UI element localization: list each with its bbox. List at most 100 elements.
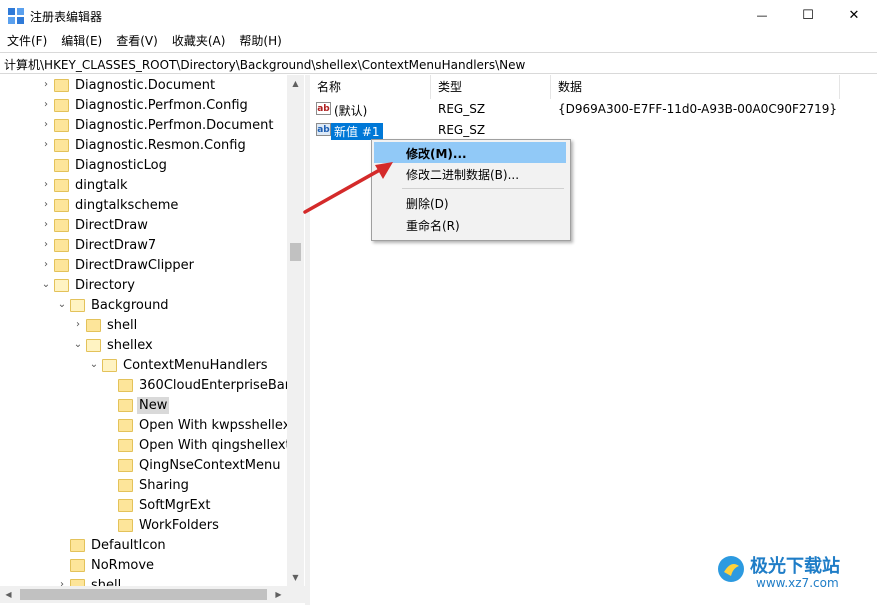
- collapse-arrow-icon[interactable]: ⌄: [56, 299, 68, 311]
- tree-item[interactable]: › Diagnostic.Document: [40, 75, 217, 95]
- expand-arrow-icon: [56, 539, 68, 551]
- address-bar[interactable]: 计算机\HKEY_CLASSES_ROOT\Directory\Backgrou…: [0, 52, 877, 74]
- tree-item[interactable]: › DirectDrawClipper: [40, 255, 196, 275]
- tree-item-label: Diagnostic.Document: [75, 77, 216, 93]
- minimize-button[interactable]: —: [739, 0, 785, 31]
- tree-item[interactable]: NoRmove: [56, 555, 156, 575]
- tree-item[interactable]: 360CloudEnterpriseBar: [104, 375, 292, 395]
- expand-arrow-icon[interactable]: ›: [40, 139, 52, 151]
- close-button[interactable]: ✕: [831, 0, 877, 31]
- scroll-up-icon[interactable]: ▲: [287, 75, 304, 92]
- annotation-arrow-icon: [303, 162, 393, 214]
- scroll-thumb[interactable]: [20, 589, 267, 600]
- tree-item[interactable]: Sharing: [104, 475, 191, 495]
- tree-item[interactable]: SoftMgrExt: [104, 495, 212, 515]
- tree-item-label: Open With kwpsshellext: [139, 417, 296, 433]
- scroll-right-icon[interactable]: ▶: [270, 586, 287, 603]
- column-header-name[interactable]: 名称: [310, 75, 431, 99]
- column-header-type[interactable]: 类型: [431, 75, 551, 99]
- menu-help[interactable]: 帮助(H): [232, 31, 288, 52]
- registry-editor-icon: [8, 8, 24, 24]
- watermark-title: 极光下载站: [750, 556, 840, 577]
- menu-favorites[interactable]: 收藏夹(A): [165, 31, 233, 52]
- expand-arrow-icon[interactable]: ›: [40, 239, 52, 251]
- collapse-arrow-icon[interactable]: ⌄: [40, 279, 52, 291]
- tree-item[interactable]: › DirectDraw: [40, 215, 150, 235]
- tree-item-label: Diagnostic.Resmon.Config: [75, 137, 246, 153]
- value-row[interactable]: ab (默认) REG_SZ {D969A300-E7FF-11d0-A93B-…: [310, 99, 877, 120]
- expand-arrow-icon: [104, 459, 116, 471]
- collapse-arrow-icon[interactable]: ⌄: [88, 359, 100, 371]
- value-row-selected[interactable]: ab 新值 #1 REG_SZ: [310, 120, 877, 141]
- tree-item[interactable]: › DirectDraw7: [40, 235, 158, 255]
- scroll-left-icon[interactable]: ◀: [0, 586, 17, 603]
- tree-item-label: shell: [107, 317, 138, 333]
- tree-item-label: QingNseContextMenu: [139, 457, 281, 473]
- expand-arrow-icon[interactable]: ›: [40, 199, 52, 211]
- column-header-data[interactable]: 数据: [551, 75, 840, 99]
- expand-arrow-icon[interactable]: ›: [72, 319, 84, 331]
- folder-icon: [54, 98, 69, 112]
- tree-item[interactable]: ⌄ Background: [56, 295, 171, 315]
- tree-item-label: Diagnostic.Perfmon.Document: [75, 117, 274, 133]
- tree-item-label: WorkFolders: [139, 517, 219, 533]
- tree-item-label: Directory: [75, 277, 135, 293]
- folder-icon: [54, 118, 69, 132]
- folder-icon: [54, 178, 69, 192]
- tree-item[interactable]: › Diagnostic.Resmon.Config: [40, 135, 248, 155]
- tree-item[interactable]: › dingtalkscheme: [40, 195, 180, 215]
- menu-item-label: 重命名(R): [406, 219, 460, 233]
- expand-arrow-icon[interactable]: ›: [40, 119, 52, 131]
- collapse-arrow-icon[interactable]: ⌄: [72, 339, 84, 351]
- tree-item[interactable]: ⌄ Directory: [40, 275, 137, 295]
- tree-horizontal-scrollbar[interactable]: ◀ ▶: [0, 586, 305, 603]
- tree-item-label: Sharing: [139, 477, 189, 493]
- expand-arrow-icon[interactable]: ›: [40, 99, 52, 111]
- scroll-thumb[interactable]: [290, 243, 301, 261]
- expand-arrow-icon[interactable]: ›: [40, 179, 52, 191]
- expand-arrow-icon[interactable]: ›: [40, 219, 52, 231]
- tree-item[interactable]: WorkFolders: [104, 515, 221, 535]
- tree-item-label: DirectDrawClipper: [75, 257, 195, 273]
- expand-arrow-icon: [104, 479, 116, 491]
- tree-item-label: Background: [91, 297, 169, 313]
- menu-edit[interactable]: 编辑(E): [54, 31, 109, 52]
- folder-icon: [54, 198, 69, 212]
- tree-item[interactable]: Open With kwpsshellext: [104, 415, 297, 435]
- expand-arrow-icon[interactable]: ›: [40, 79, 52, 91]
- close-icon: ✕: [848, 8, 860, 23]
- value-data: {D969A300-E7FF-11d0-A93B-00A0C90F2719}: [558, 102, 838, 116]
- tree-item[interactable]: ⌄ ContextMenuHandlers: [88, 355, 270, 375]
- tree-item[interactable]: › dingtalk: [40, 175, 130, 195]
- value-type: REG_SZ: [438, 123, 486, 137]
- tree-item[interactable]: QingNseContextMenu: [104, 455, 282, 475]
- folder-icon: [118, 398, 133, 412]
- tree-item[interactable]: › Diagnostic.Perfmon.Config: [40, 95, 250, 115]
- folder-open-icon: [86, 338, 101, 352]
- minimize-icon: —: [756, 9, 768, 22]
- tree-item-selected[interactable]: New: [104, 395, 170, 415]
- value-name: 新值 #1: [331, 123, 383, 140]
- folder-icon: [70, 558, 85, 572]
- tree-item[interactable]: Open With qingshellext: [104, 435, 293, 455]
- tree-item[interactable]: DefaultIcon: [56, 535, 168, 555]
- folder-open-icon: [70, 298, 85, 312]
- menu-file[interactable]: 文件(F): [0, 31, 54, 52]
- expand-arrow-icon[interactable]: ›: [40, 259, 52, 271]
- folder-open-icon: [102, 358, 117, 372]
- folder-icon: [54, 78, 69, 92]
- folder-icon: [118, 378, 133, 392]
- tree-item-label: DiagnosticLog: [75, 157, 167, 173]
- watermark-icon: [718, 556, 744, 582]
- menu-bar: 文件(F) 编辑(E) 查看(V) 收藏夹(A) 帮助(H): [0, 31, 877, 52]
- tree-item[interactable]: › Diagnostic.Perfmon.Document: [40, 115, 275, 135]
- maximize-button[interactable]: ☐: [785, 0, 831, 31]
- tree-item[interactable]: › shell: [72, 315, 139, 335]
- tree-item[interactable]: DiagnosticLog: [40, 155, 169, 175]
- folder-icon: [54, 258, 69, 272]
- folder-icon: [54, 138, 69, 152]
- tree-item-label: 360CloudEnterpriseBar: [139, 377, 291, 393]
- scroll-down-icon[interactable]: ▼: [287, 569, 304, 586]
- menu-view[interactable]: 查看(V): [109, 31, 165, 52]
- tree-item[interactable]: ⌄ shellex: [72, 335, 155, 355]
